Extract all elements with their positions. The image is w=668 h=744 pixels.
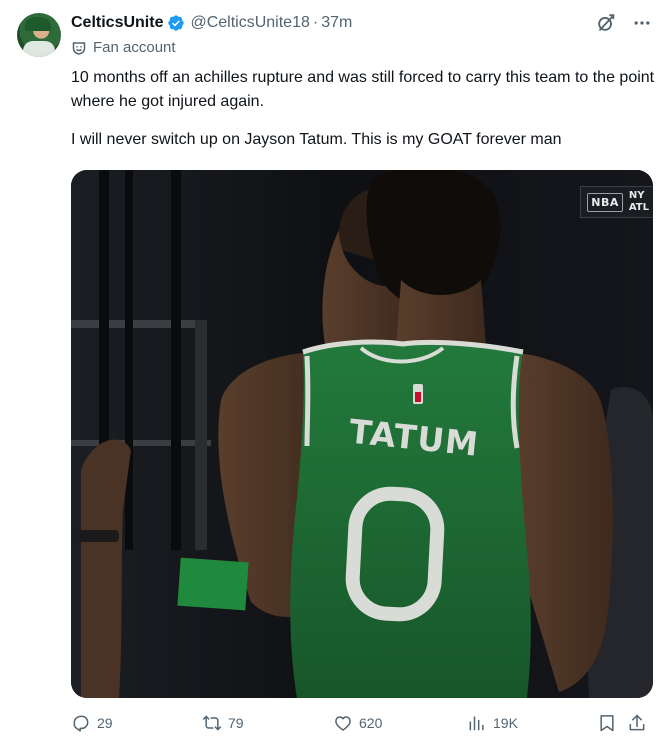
like-icon: [333, 713, 353, 733]
scorebug-team-1: NY: [628, 190, 645, 201]
share-icon: [627, 713, 647, 733]
views-count: 19K: [493, 715, 518, 731]
tweet-header: CelticsUnite @CelticsUnite18 · 37m: [71, 12, 352, 34]
account-label-text: Fan account: [93, 39, 176, 56]
separator-dot: ·: [312, 14, 319, 31]
repost-count: 79: [228, 715, 244, 731]
reply-icon: [71, 713, 91, 733]
reply-button[interactable]: 29: [71, 713, 113, 733]
action-bar: 29 79 620 19K: [71, 713, 653, 737]
more-icon[interactable]: [630, 11, 654, 35]
tweet-paragraph-2: I will never switch up on Jayson Tatum. …: [71, 131, 562, 148]
like-button[interactable]: 620: [333, 713, 382, 733]
scorebug-teams: NY ATL: [629, 190, 649, 214]
tweet-paragraph-1: 10 months off an achilles rupture and wa…: [71, 69, 655, 110]
views-icon: [467, 713, 487, 733]
fan-account-icon: [71, 40, 87, 56]
avatar-cap: [25, 17, 51, 31]
nba-logo: NBA: [587, 192, 623, 212]
repost-icon: [202, 713, 222, 733]
avatar-shirt: [23, 41, 55, 57]
verified-badge-icon[interactable]: [167, 14, 185, 32]
bookmark-button[interactable]: [597, 713, 617, 733]
share-button[interactable]: [627, 713, 647, 733]
timestamp[interactable]: 37m: [321, 14, 352, 32]
header-actions: [594, 11, 654, 35]
repost-button[interactable]: 79: [202, 713, 244, 733]
bookmark-icon: [597, 713, 617, 733]
display-name[interactable]: CelticsUnite: [71, 14, 163, 32]
handle[interactable]: @CelticsUnite18: [190, 14, 309, 32]
reply-count: 29: [97, 715, 113, 731]
like-count: 620: [359, 715, 383, 731]
grok-icon[interactable]: [594, 11, 618, 35]
tweet-media[interactable]: TATUM 0 NBA NY ATL: [71, 170, 653, 698]
scorebug-team-2: ATL: [628, 202, 649, 213]
broadcast-scorebug: NBA NY ATL: [580, 186, 653, 218]
jersey-number: 0: [343, 484, 447, 624]
avatar[interactable]: [17, 13, 61, 57]
account-label: Fan account: [71, 39, 176, 56]
tweet-text: 10 months off an achilles rupture and wa…: [71, 66, 656, 152]
views-button[interactable]: 19K: [467, 713, 518, 733]
